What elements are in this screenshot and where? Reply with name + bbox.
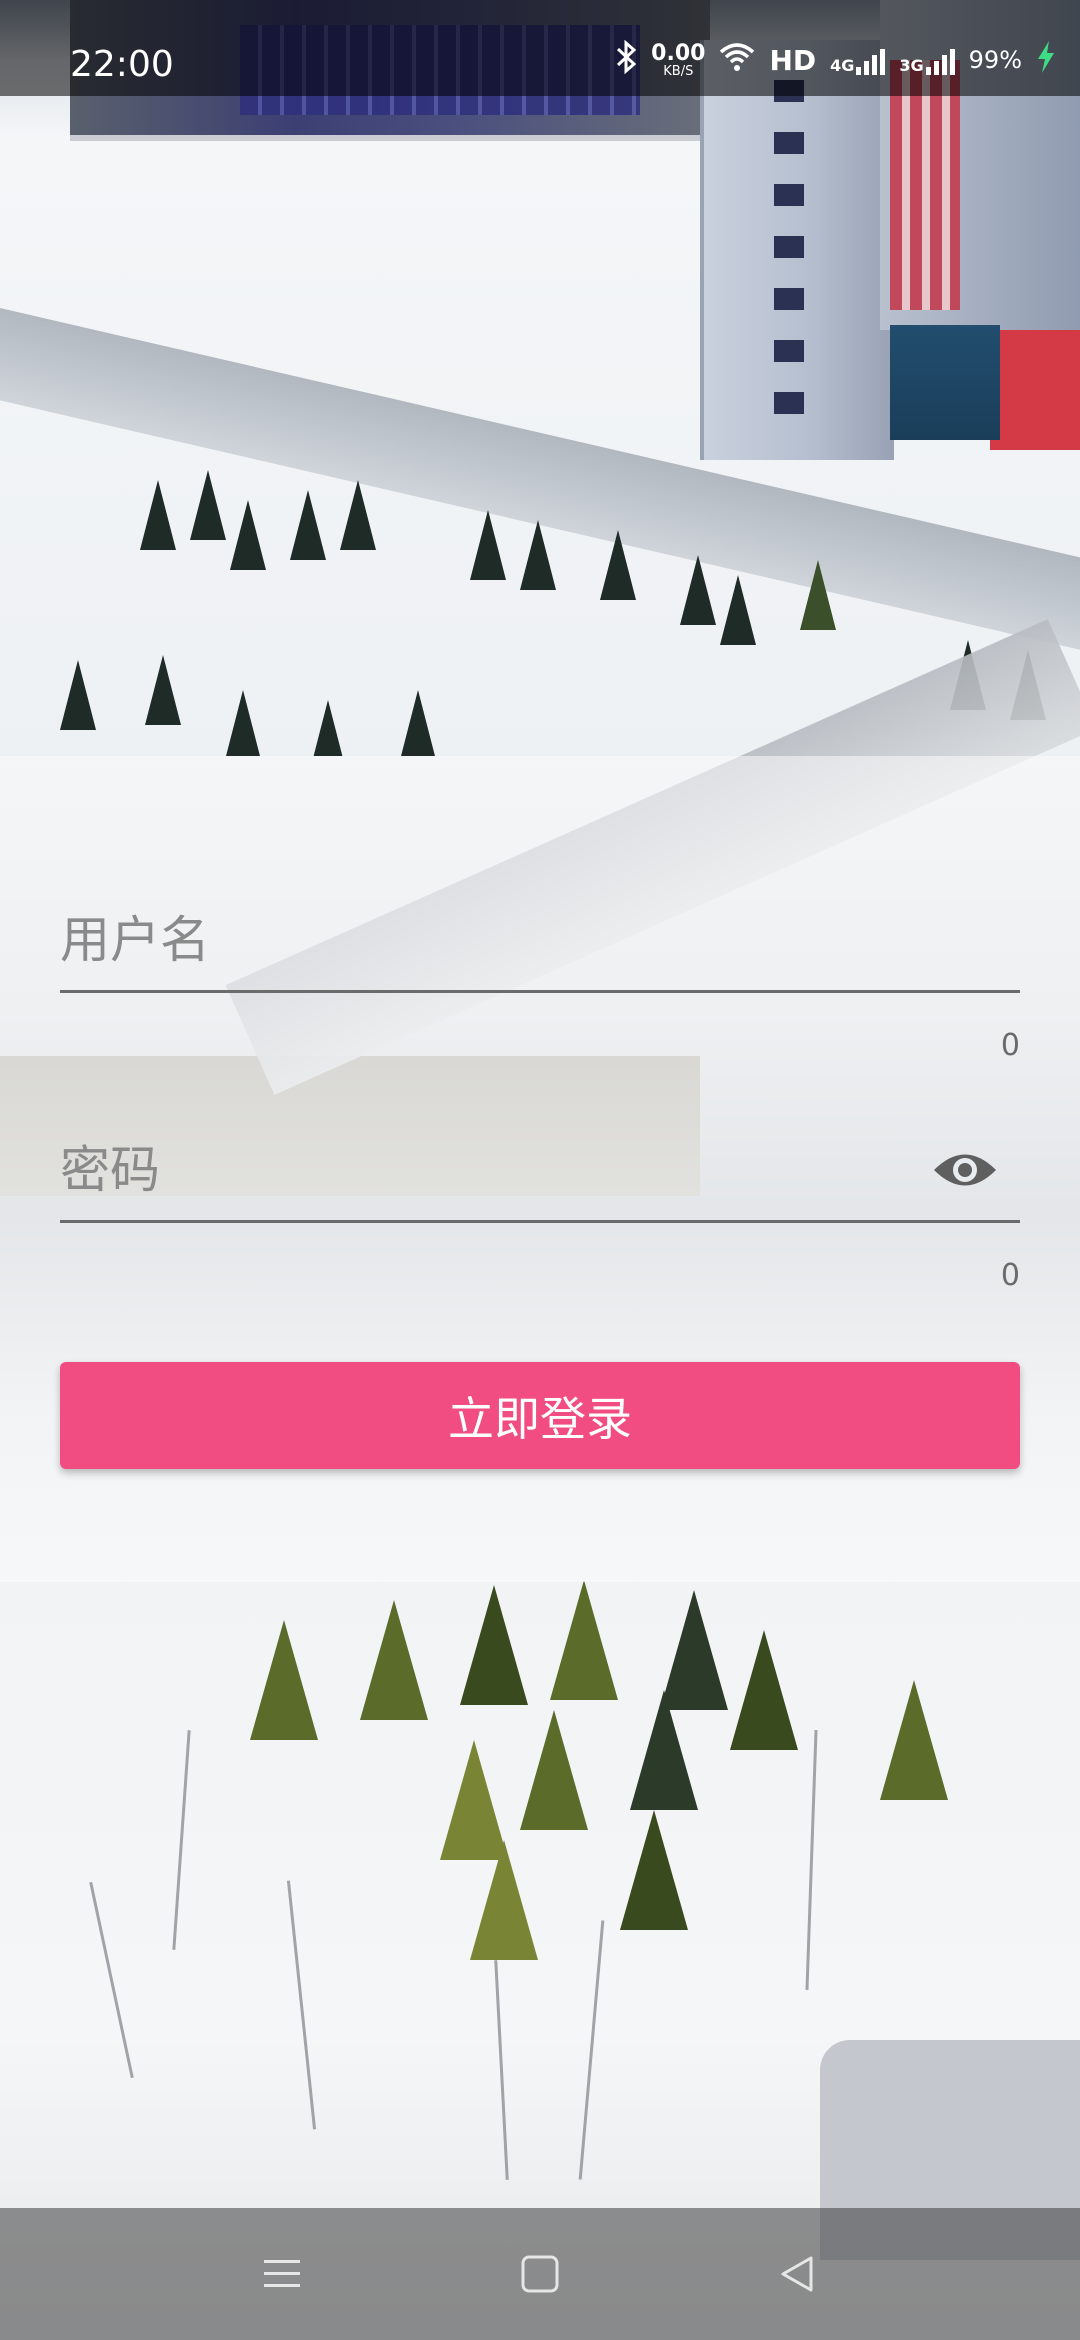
status-icons: 0.00 KB/S HD 4G 3G 99% xyxy=(615,39,1056,80)
tree xyxy=(145,655,181,725)
battery-percent: 99% xyxy=(968,46,1022,74)
tree xyxy=(140,480,176,550)
network-speed-value: 0.00 xyxy=(651,40,706,66)
login-screen: 22:00 0.00 KB/S HD 4G 3G 99% 用户名 0 0 立即登… xyxy=(0,0,1080,2340)
pine-tree xyxy=(460,1585,528,1705)
network-speed: 0.00 KB/S xyxy=(651,40,706,79)
pine-tree xyxy=(520,1710,588,1830)
charging-bolt-icon xyxy=(1036,40,1056,80)
signal-icon xyxy=(856,45,886,75)
menu-icon[interactable] xyxy=(202,2208,362,2340)
pine-tree xyxy=(880,1680,948,1800)
glass-entrance xyxy=(890,325,1000,440)
tree xyxy=(400,690,436,760)
network-type-3g: 3G xyxy=(899,56,924,75)
tree xyxy=(290,490,326,560)
navigation-bar xyxy=(0,2208,1080,2340)
username-field: 0 xyxy=(60,890,1020,1063)
tree xyxy=(190,470,226,540)
signal-4g: 4G xyxy=(830,45,886,75)
pine-tree xyxy=(630,1690,698,1810)
pine-tree xyxy=(250,1620,318,1740)
bare-tree xyxy=(89,1881,134,2079)
bluetooth-icon xyxy=(615,39,637,80)
bare-tree xyxy=(286,1880,317,2130)
password-field: 0 xyxy=(60,1120,1020,1293)
pine-tree xyxy=(360,1600,428,1720)
back-triangle-icon[interactable] xyxy=(718,2208,878,2340)
tree xyxy=(680,555,716,625)
pine-tree xyxy=(550,1580,618,1700)
login-button[interactable]: 立即登录 xyxy=(60,1362,1020,1469)
campus-scene xyxy=(0,0,1080,770)
username-input[interactable] xyxy=(60,890,1020,993)
wifi-icon xyxy=(719,42,755,78)
pine-tree xyxy=(470,1840,538,1960)
tree xyxy=(800,560,836,630)
pine-tree xyxy=(620,1810,688,1930)
home-square-icon[interactable] xyxy=(460,2208,620,2340)
tree xyxy=(720,575,756,645)
tree xyxy=(600,530,636,600)
signal-icon xyxy=(925,45,955,75)
bare-tree xyxy=(494,1960,509,2180)
signal-3g: 3G xyxy=(899,45,955,75)
tree xyxy=(340,480,376,550)
pine-tree xyxy=(730,1630,798,1750)
bare-tree xyxy=(805,1730,818,1990)
tree xyxy=(520,520,556,590)
tree xyxy=(470,510,506,580)
bare-tree xyxy=(578,1920,605,2180)
password-char-counter: 0 xyxy=(1000,1258,1020,1293)
eye-icon[interactable] xyxy=(930,1142,1000,1198)
tree xyxy=(230,500,266,570)
network-speed-unit: KB/S xyxy=(663,63,694,79)
building-tower xyxy=(700,40,894,460)
tree xyxy=(60,660,96,730)
status-bar: 22:00 0.00 KB/S HD 4G 3G 99% xyxy=(0,0,1080,96)
hd-label: HD xyxy=(769,43,817,77)
status-time: 22:00 xyxy=(70,44,174,85)
bare-tree xyxy=(172,1730,191,1950)
password-input[interactable] xyxy=(60,1120,1020,1223)
username-char-counter: 0 xyxy=(1000,1028,1020,1063)
network-type-4g: 4G xyxy=(830,56,855,75)
tree xyxy=(225,690,261,760)
